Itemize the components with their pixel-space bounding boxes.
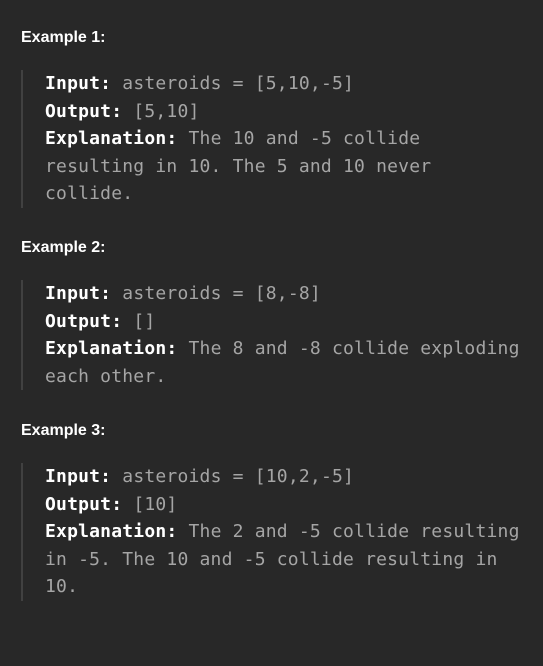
- input-line: Input: asteroids = [8,-8]: [45, 280, 522, 308]
- output-value: [10]: [133, 493, 178, 515]
- example-block: Input: asteroids = [8,-8] Output: [] Exp…: [21, 280, 522, 390]
- example-1: Example 1: Input: asteroids = [5,10,-5] …: [21, 27, 522, 208]
- example-title: Example 2:: [21, 239, 106, 256]
- example-3: Example 3: Input: asteroids = [10,2,-5] …: [21, 420, 522, 601]
- input-label: Input:: [45, 283, 112, 304]
- explanation-line: Explanation: The 2 and -5 collide result…: [45, 518, 522, 601]
- input-label: Input:: [45, 73, 112, 94]
- input-value: asteroids = [8,-8]: [122, 283, 321, 304]
- example-title: Example 1:: [21, 29, 106, 46]
- output-label: Output:: [45, 310, 123, 332]
- input-value: asteroids = [10,2,-5]: [122, 466, 355, 487]
- input-line: Input: asteroids = [5,10,-5]: [45, 70, 522, 98]
- input-value: asteroids = [5,10,-5]: [122, 73, 355, 94]
- input-line: Input: asteroids = [10,2,-5]: [45, 463, 522, 491]
- input-label: Input:: [45, 466, 112, 487]
- output-label: Output:: [45, 100, 123, 122]
- explanation-label: Explanation:: [45, 338, 178, 359]
- explanation-line: Explanation: The 8 and -8 collide explod…: [45, 335, 522, 390]
- explanation-label: Explanation:: [45, 521, 178, 542]
- explanation-line: Explanation: The 10 and -5 collide resul…: [45, 125, 522, 208]
- example-block: Input: asteroids = [10,2,-5] Output: [10…: [21, 463, 522, 601]
- output-line: Output: [5,10]: [45, 98, 522, 126]
- output-line: Output: []: [45, 308, 522, 336]
- example-title: Example 3:: [21, 422, 106, 439]
- output-value: [5,10]: [133, 100, 200, 122]
- problem-examples: Example 1: Input: asteroids = [5,10,-5] …: [0, 0, 543, 666]
- example-block: Input: asteroids = [5,10,-5] Output: [5,…: [21, 70, 522, 208]
- example-2: Example 2: Input: asteroids = [8,-8] Out…: [21, 237, 522, 390]
- output-label: Output:: [45, 493, 123, 515]
- explanation-label: Explanation:: [45, 128, 178, 149]
- output-value: []: [133, 310, 156, 332]
- output-line: Output: [10]: [45, 491, 522, 519]
